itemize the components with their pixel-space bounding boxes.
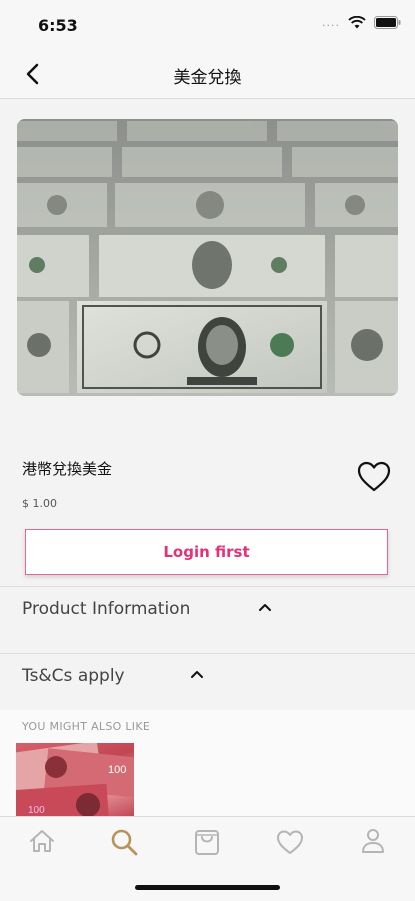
heart-icon	[277, 830, 303, 854]
wifi-icon	[348, 16, 366, 29]
product-image	[17, 119, 398, 396]
svg-text:100: 100	[108, 764, 126, 776]
section-title: Product Information	[22, 599, 191, 619]
favorite-button[interactable]	[356, 459, 392, 495]
status-icons: ....	[322, 16, 401, 29]
section-product-information[interactable]: Product Information	[0, 587, 415, 633]
chevron-up-icon	[259, 604, 271, 611]
product-name: 港幣兌換美金	[22, 460, 113, 478]
recommendations-section: YOU MIGHT ALSO LIKE 100 100	[0, 710, 415, 816]
profile-icon	[362, 829, 384, 853]
recommendations-label: YOU MIGHT ALSO LIKE	[22, 720, 151, 733]
home-icon	[30, 830, 54, 852]
product-price: $ 1.00	[22, 497, 57, 510]
tab-search[interactable]	[104, 827, 144, 863]
chevron-up-icon	[191, 671, 203, 678]
navigation-bar: 美金兌換	[0, 50, 415, 99]
chinese-yuan-bills-image: 100 100	[16, 743, 134, 816]
section-terms-and-conditions[interactable]: Ts&Cs apply	[0, 654, 415, 700]
login-button[interactable]: Login first	[25, 529, 388, 575]
page-title: 美金兌換	[173, 68, 242, 88]
tab-favorites[interactable]	[270, 827, 310, 863]
tab-profile[interactable]	[353, 827, 393, 863]
us-dollar-bills-image	[17, 119, 398, 396]
heart-outline-icon	[357, 461, 391, 492]
home-indicator	[135, 885, 280, 890]
search-icon	[111, 829, 138, 856]
bag-icon	[195, 830, 219, 855]
product-detail: 港幣兌換美金 $ 1.00 Login first Product Inform…	[0, 99, 415, 816]
svg-text:100: 100	[28, 805, 45, 816]
tab-bag[interactable]	[187, 827, 227, 863]
status-time: 6:53	[38, 16, 78, 35]
section-title: Ts&Cs apply	[22, 666, 125, 686]
battery-icon	[374, 16, 401, 29]
status-bar: 6:53 ....	[0, 0, 415, 50]
recommendation-item[interactable]: 100 100	[16, 743, 134, 816]
tab-home[interactable]	[22, 827, 62, 863]
signal-icon: ....	[322, 16, 340, 29]
